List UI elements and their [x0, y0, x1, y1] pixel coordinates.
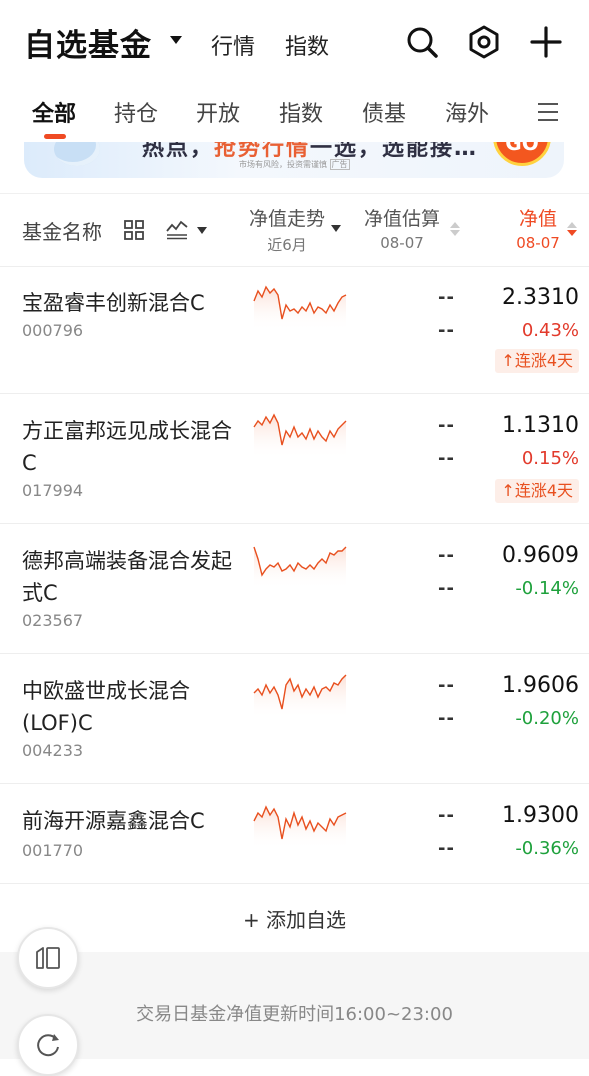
fund-code: 023567 — [22, 611, 84, 630]
fund-row[interactable]: 方正富邦远见成长混合C 017994 -- -- 1.1310 0.15% ↑连… — [0, 393, 589, 524]
column-fund-name: 基金名称 — [22, 220, 102, 244]
nav-sparkline — [253, 805, 347, 849]
search-icon[interactable] — [402, 22, 442, 62]
nav-value: 0.9609 — [502, 543, 579, 568]
tab-holdings[interactable]: 持仓 — [114, 96, 158, 128]
refresh-float-button[interactable] — [17, 1014, 79, 1076]
nav-change: 0.15% — [521, 448, 579, 469]
fund-name: 德邦高端装备混合发起式C — [22, 549, 232, 605]
estimate-change: -- — [438, 320, 455, 341]
nav-change: -0.20% — [515, 708, 579, 729]
index-link[interactable]: 指数 — [285, 29, 329, 61]
sort-icon[interactable] — [450, 222, 460, 236]
promo-banner[interactable]: 热点，抢势行情一选，选能接… 市场有风险，投资需谨慎 广告 GO — [24, 142, 564, 178]
nav-change: 0.43% — [521, 320, 579, 341]
collapse-float-button[interactable] — [17, 927, 79, 989]
category-tabs: 全部 持仓 开放 指数 债基 海外 — [0, 86, 589, 142]
estimate-change: -- — [438, 578, 455, 599]
estimate-value: -- — [438, 415, 455, 436]
estimate-value: -- — [438, 675, 455, 696]
nav-value: 1.9606 — [502, 673, 579, 698]
nav-value: 2.3310 — [502, 285, 579, 310]
estimate-value: -- — [438, 805, 455, 826]
grid-view-icon[interactable] — [124, 220, 144, 240]
refresh-icon — [37, 1034, 59, 1057]
nav-value: 1.9300 — [502, 803, 579, 828]
nav-sparkline — [253, 285, 347, 331]
column-nav[interactable]: 净值 08-07 — [505, 204, 571, 252]
fund-name: 宝盈睿丰创新混合C — [22, 291, 205, 315]
more-tabs-icon[interactable] — [536, 100, 560, 124]
tab-overseas[interactable]: 海外 — [445, 96, 489, 128]
add-watchlist-label: + 添加自选 — [242, 908, 347, 932]
streak-badge: ↑连涨4天 — [495, 349, 579, 373]
up-arrow-icon: ↑ — [501, 481, 515, 500]
nav-value: 1.1310 — [502, 413, 579, 438]
fund-code: 001770 — [22, 841, 84, 860]
collapse-icon — [36, 947, 60, 969]
nav-sparkline — [253, 674, 347, 719]
trend-chart-icon[interactable] — [165, 218, 189, 240]
trend-period-caret-icon[interactable] — [331, 225, 341, 232]
nav-change: -0.14% — [515, 578, 579, 599]
footer: 交易日基金净值更新时间16:00~23:00 — [0, 952, 589, 1059]
tab-all[interactable]: 全部 — [32, 96, 76, 128]
up-arrow-icon: ↑ — [501, 351, 515, 370]
nav-sparkline — [253, 546, 347, 589]
column-estimate[interactable]: 净值估算 08-07 — [356, 204, 448, 252]
streak-badge: ↑连涨4天 — [495, 479, 579, 503]
fund-code: 000796 — [22, 321, 84, 340]
estimate-change: -- — [438, 838, 455, 859]
tab-bond[interactable]: 债基 — [362, 96, 406, 128]
tab-open[interactable]: 开放 — [196, 96, 240, 128]
column-header: 基金名称 净值走势 近6月 净值估算 08-07 净值 08-07 — [0, 193, 589, 267]
estimate-value: -- — [438, 287, 455, 308]
page-title[interactable]: 自选基金 — [24, 20, 152, 65]
market-link[interactable]: 行情 — [211, 29, 255, 61]
nav-update-note: 交易日基金净值更新时间16:00~23:00 — [136, 1004, 453, 1025]
top-bar: 自选基金 行情 指数 — [0, 0, 589, 86]
estimate-change: -- — [438, 448, 455, 469]
fund-row[interactable]: 德邦高端装备混合发起式C 023567 -- -- 0.9609 -0.14% — [0, 523, 589, 654]
fund-name: 前海开源嘉鑫混合C — [22, 809, 205, 833]
add-icon[interactable] — [526, 22, 566, 62]
banner-go-button[interactable]: GO — [493, 142, 551, 166]
fund-name: 方正富邦远见成长混合C — [22, 419, 232, 475]
fund-code: 004233 — [22, 741, 84, 760]
fund-code: 017994 — [22, 481, 84, 500]
tab-index[interactable]: 指数 — [279, 96, 323, 128]
title-dropdown-icon[interactable] — [170, 36, 182, 44]
fund-row[interactable]: 中欧盛世成长混合(LOF)C 004233 -- -- 1.9606 -0.20… — [0, 653, 589, 784]
fund-name: 中欧盛世成长混合(LOF)C — [22, 679, 190, 735]
settings-icon[interactable] — [464, 22, 504, 62]
fund-row[interactable]: 前海开源嘉鑫混合C 001770 -- -- 1.9300 -0.36% — [0, 783, 589, 884]
nav-sparkline — [253, 413, 347, 459]
banner-disclaimer: 市场有风险，投资需谨慎 广告 — [239, 159, 350, 170]
estimate-change: -- — [438, 708, 455, 729]
estimate-value: -- — [438, 545, 455, 566]
add-watchlist-button[interactable]: + 添加自选 — [0, 884, 589, 952]
column-trend[interactable]: 净值走势 近6月 — [242, 204, 332, 255]
active-tab-indicator — [44, 134, 66, 139]
chevron-down-icon[interactable] — [197, 227, 207, 234]
bubble-graphic — [54, 142, 100, 166]
nav-change: -0.36% — [515, 838, 579, 859]
sort-desc-icon[interactable] — [567, 222, 577, 236]
fund-row[interactable]: 宝盈睿丰创新混合C 000796 -- -- 2.3310 0.43% ↑连涨4… — [0, 265, 589, 394]
